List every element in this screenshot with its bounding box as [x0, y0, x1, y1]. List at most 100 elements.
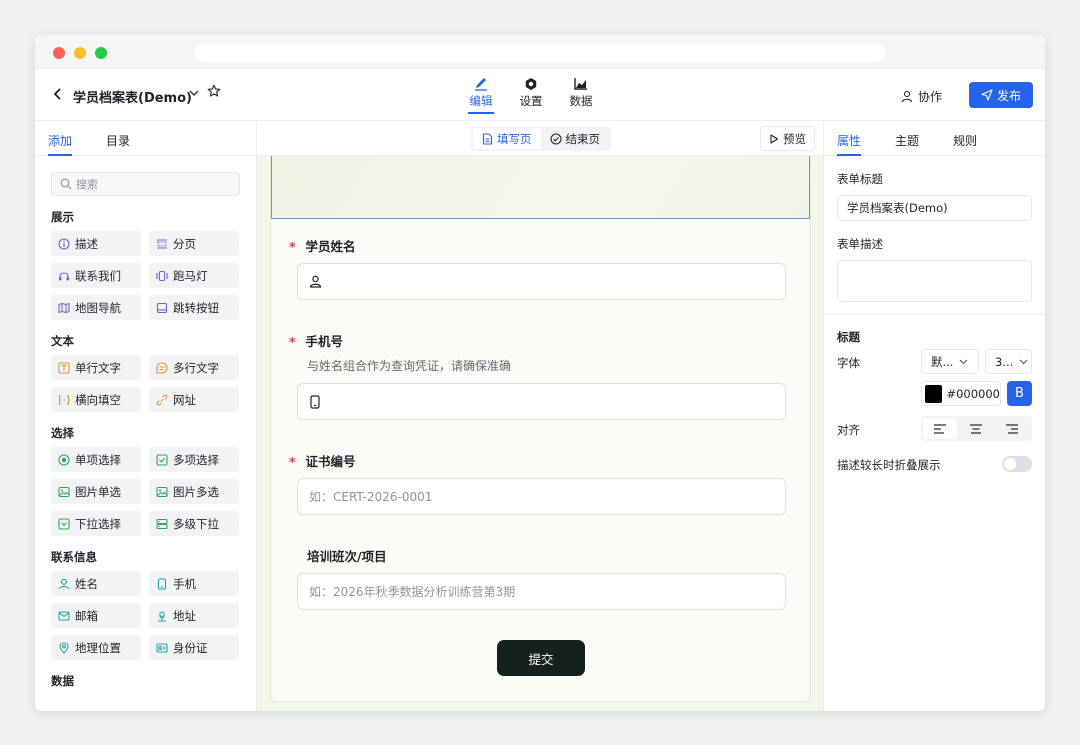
certificate-no-input[interactable]: 如：CERT-2026-0001: [297, 478, 786, 515]
align-center-icon[interactable]: [959, 418, 993, 439]
student-name-input[interactable]: [297, 263, 786, 300]
form-canvas: 填写页 结束页 预览 * 学员姓名 * 手机号 与姓名组合作为查询凭证，请确保准…: [257, 121, 823, 711]
collapse-toggle[interactable]: [1002, 456, 1032, 472]
component-item[interactable]: 网址: [149, 387, 239, 412]
chart-icon: [565, 77, 597, 93]
tab-edit[interactable]: 编辑: [465, 77, 497, 114]
component-item[interactable]: 分页: [149, 231, 239, 256]
page-switcher: 填写页 结束页: [471, 126, 611, 151]
component-item-label: 地址: [173, 608, 196, 623]
close-window-button[interactable]: [53, 47, 65, 59]
publish-button[interactable]: 发布: [969, 82, 1033, 108]
component-grid: 单行文字 多行文字 横向填空 网址: [51, 355, 256, 412]
component-item-label: 姓名: [75, 576, 98, 591]
headset-icon: [58, 270, 70, 282]
tab-add[interactable]: 添加: [48, 121, 73, 156]
component-item[interactable]: 单行文字: [51, 355, 141, 380]
component-grid: 姓名 手机 邮箱 地址地理位置 身份证: [51, 571, 256, 660]
font-size-select[interactable]: 3...: [985, 349, 1032, 374]
component-grid: 单项选择 多项选择 图片单选 图片多选 下拉选择 多级下拉: [51, 447, 256, 536]
tab-fill-page[interactable]: 填写页: [473, 128, 541, 149]
font-family-select[interactable]: 默...: [921, 349, 979, 374]
align-group: [921, 416, 1032, 441]
radio-icon: [58, 453, 70, 466]
component-item[interactable]: 描述: [51, 231, 141, 256]
component-item[interactable]: 跳转按钮: [149, 295, 239, 320]
component-item[interactable]: 地图导航: [51, 295, 141, 320]
component-item[interactable]: 身份证: [149, 635, 239, 660]
section-title: 标题: [837, 330, 860, 344]
mode-tabs: 编辑 设置 数据: [465, 77, 597, 114]
tab-data[interactable]: 数据: [565, 77, 597, 114]
back-icon[interactable]: [51, 87, 65, 101]
component-item[interactable]: 下拉选择: [51, 511, 141, 536]
component-item[interactable]: 手机: [149, 571, 239, 596]
component-item[interactable]: 地理位置: [51, 635, 141, 660]
page-break-icon: [156, 238, 168, 250]
component-item[interactable]: 跑马灯: [149, 263, 239, 288]
component-item[interactable]: 图片单选: [51, 479, 141, 504]
search-icon: [60, 178, 72, 190]
tab-properties[interactable]: 属性: [837, 121, 862, 156]
id-card-icon: [156, 642, 168, 654]
preview-button[interactable]: 预览: [760, 126, 815, 151]
submit-button[interactable]: 提交: [497, 640, 585, 676]
phone-input[interactable]: [297, 383, 786, 420]
form-title-input[interactable]: 学员档案表(Demo): [837, 195, 1032, 221]
collaborate-button[interactable]: 协作: [901, 88, 942, 105]
field-label: 培训班次/项目: [307, 549, 387, 564]
dropdown-icon: [58, 517, 70, 530]
align-left-icon[interactable]: [923, 418, 957, 439]
component-item-label: 单项选择: [75, 452, 121, 467]
field-phone[interactable]: * 手机号 与姓名组合作为查询凭证，请确保准确: [289, 331, 789, 420]
field-training-class[interactable]: 培训班次/项目 如：2026年秋季数据分析训练营第3期: [289, 546, 789, 610]
component-item[interactable]: 多行文字: [149, 355, 239, 380]
component-item[interactable]: 多级下拉: [149, 511, 239, 536]
minimize-window-button[interactable]: [74, 47, 86, 59]
component-item[interactable]: 多项选择: [149, 447, 239, 472]
properties-panel: 属性 主题 规则 表单标题 学员档案表(Demo) 表单描述 标题 字体 默..…: [823, 121, 1045, 711]
component-item[interactable]: 姓名: [51, 571, 141, 596]
address-bar[interactable]: [195, 43, 885, 62]
user-icon: [901, 90, 914, 103]
component-item[interactable]: 邮箱: [51, 603, 141, 628]
tab-theme[interactable]: 主题: [895, 121, 919, 156]
component-search-input[interactable]: 搜索: [51, 172, 240, 196]
form-banner[interactable]: [271, 156, 810, 219]
required-mark: *: [289, 334, 296, 349]
document-icon: [482, 132, 493, 145]
component-groups: 展示 描述 分页 联系我们 跑马灯 地图导航 跳转按钮 文本 单行文字 多行文字 横向填空 网址 选择单…: [35, 209, 256, 689]
form-title-label: 表单标题: [837, 172, 883, 186]
tab-end-page[interactable]: 结束页: [541, 128, 610, 149]
field-student-name[interactable]: * 学员姓名: [289, 236, 789, 300]
browser-window: 学员档案表(Demo) 编辑 设置 数据 协作 发布 添加 目录 搜索 展示 描…: [35, 35, 1045, 711]
marquee-icon: [156, 270, 168, 282]
component-item[interactable]: 横向填空: [51, 387, 141, 412]
align-right-icon[interactable]: [995, 418, 1029, 439]
multiline-icon: [156, 361, 168, 374]
component-item-label: 联系我们: [75, 268, 121, 283]
image-icon: [156, 486, 168, 498]
maximize-window-button[interactable]: [95, 47, 107, 59]
form-desc-input[interactable]: [837, 260, 1032, 302]
color-picker[interactable]: #000000: [921, 381, 1001, 406]
field-label: 手机号: [305, 334, 344, 349]
bold-button[interactable]: B: [1007, 381, 1032, 406]
chevron-down-icon[interactable]: [189, 86, 199, 100]
tab-settings[interactable]: 设置: [515, 77, 547, 114]
field-label: 证书编号: [305, 454, 356, 469]
star-icon[interactable]: [207, 84, 221, 98]
training-class-input[interactable]: 如：2026年秋季数据分析训练营第3期: [297, 573, 786, 610]
tab-rules[interactable]: 规则: [953, 121, 977, 156]
component-item[interactable]: 图片多选: [149, 479, 239, 504]
field-certificate-no[interactable]: * 证书编号 如：CERT-2026-0001: [289, 451, 789, 515]
component-item-label: 描述: [75, 236, 98, 251]
component-item[interactable]: 联系我们: [51, 263, 141, 288]
font-label: 字体: [837, 356, 860, 370]
tab-outline[interactable]: 目录: [106, 121, 130, 156]
component-panel: 添加 目录 搜索 展示 描述 分页 联系我们 跑马灯 地图导航 跳转按钮 文本 单行文字 多行文字…: [35, 121, 257, 711]
component-item[interactable]: 地址: [149, 603, 239, 628]
search-placeholder: 搜索: [76, 178, 98, 191]
field-description: 与姓名组合作为查询凭证，请确保准确: [307, 359, 512, 373]
component-item[interactable]: 单项选择: [51, 447, 141, 472]
